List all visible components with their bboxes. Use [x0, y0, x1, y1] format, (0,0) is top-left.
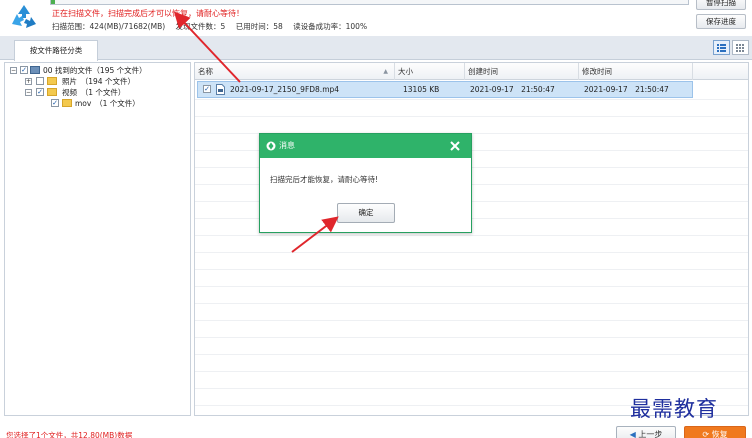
grid-line: [195, 337, 748, 338]
recycle-logo-icon: [12, 5, 36, 28]
collapse-icon[interactable]: −: [25, 89, 32, 96]
expand-icon[interactable]: +: [25, 78, 32, 85]
dialog-message: 扫描完后才能恢复，请耐心等待!: [270, 175, 379, 184]
video-file-icon: [216, 84, 225, 95]
tree-label-photos: 照片 （194 个文件）: [62, 77, 135, 86]
elapsed-time: 已用时间：58: [235, 22, 283, 31]
ok-button[interactable]: 确定: [337, 203, 395, 223]
list-view-button[interactable]: [713, 40, 730, 55]
success-rate: 读设备成功率：100%: [293, 22, 368, 31]
dialog-title: 消息: [279, 141, 295, 150]
grid-line: [195, 235, 748, 236]
checkbox-mov[interactable]: ✓: [51, 99, 59, 107]
table-row[interactable]: ✓ 2021-09-17_2150_9FD8.mp4 13105 KB 2021…: [197, 81, 693, 98]
grid-line: [195, 116, 748, 117]
col-modified[interactable]: 修改时间: [579, 63, 693, 80]
recover-button[interactable]: ⟳ 恢复: [684, 426, 746, 438]
scan-range: 扫描范围：424(MB)/71682(MB): [52, 22, 166, 31]
app-logo-icon: [266, 141, 276, 151]
folder-tree-panel: − ✓ 00 找到的文件（195 个文件） + 照片 （194 个文件） − ✓…: [4, 62, 191, 416]
folder-icon: [47, 77, 57, 85]
folder-icon: [62, 99, 72, 107]
col-name[interactable]: 名称 ▲: [195, 63, 395, 80]
grid-line: [195, 320, 748, 321]
row-checkbox[interactable]: ✓: [203, 85, 211, 93]
save-progress-button[interactable]: 保存进度: [696, 14, 746, 29]
tab-bar: [0, 36, 752, 60]
scan-header: 正在扫描文件，扫描完成后才可以恢复，请耐心等待！ 扫描范围：424(MB)/71…: [0, 0, 752, 36]
row-created: 2021-09-17 21:50:47: [470, 85, 555, 94]
scan-status-text: 正在扫描文件，扫描完成后才可以恢复，请耐心等待！: [52, 9, 244, 18]
tree-label-mov: mov （1 个文件）: [75, 99, 140, 108]
grid-line: [195, 371, 748, 372]
grid-line: [195, 303, 748, 304]
row-file-name: 2021-09-17_2150_9FD8.mp4: [230, 85, 340, 94]
pause-scan-button[interactable]: 暂停扫描: [696, 0, 746, 10]
list-view-icon: [717, 44, 726, 52]
folder-icon: [47, 88, 57, 96]
col-name-label: 名称: [198, 67, 213, 76]
checkbox-photos[interactable]: [36, 77, 44, 85]
grid-line: [195, 388, 748, 389]
col-created[interactable]: 创建时间: [465, 63, 579, 80]
drive-icon: [30, 66, 40, 74]
grid-line: [195, 286, 748, 287]
selection-status: 您选择了1个文件，共12.80(MB)数据: [6, 431, 133, 438]
sort-up-icon: ▲: [383, 68, 388, 75]
scan-stats: 扫描范围：424(MB)/71682(MB) 发现文件数：5 已用时间：58 读…: [52, 21, 375, 32]
tree-label-root: 00 找到的文件（195 个文件）: [43, 66, 147, 75]
tree-label-videos: 视频 （1 个文件）: [62, 88, 126, 97]
grid-line: [195, 252, 748, 253]
close-icon[interactable]: [449, 140, 461, 152]
col-size[interactable]: 大小: [395, 63, 465, 80]
watermark: 最需教育: [630, 397, 718, 421]
scan-progress-fill: [51, 0, 55, 4]
tab-by-path[interactable]: 按文件路径分类: [14, 40, 98, 61]
grid-view-button[interactable]: [732, 40, 749, 55]
dialog-titlebar: 消息: [260, 134, 471, 158]
recover-icon: ⟳: [702, 430, 712, 438]
file-list-panel: 名称 ▲ 大小 创建时间 修改时间 ✓ 2021-09-17_2150_9FD8…: [194, 62, 749, 416]
grid-line: [195, 354, 748, 355]
grid-line: [195, 99, 748, 100]
table-header: 名称 ▲ 大小 创建时间 修改时间: [195, 63, 748, 80]
grid-view-icon: [736, 44, 744, 52]
recover-label: 恢复: [711, 430, 728, 438]
checkbox-root[interactable]: ✓: [20, 66, 28, 74]
prev-step-label: 上一步: [638, 430, 663, 438]
row-file-size: 13105 KB: [403, 85, 440, 94]
prev-step-button[interactable]: ◀ 上一步: [616, 426, 676, 438]
checkbox-videos[interactable]: ✓: [36, 88, 44, 96]
row-modified: 2021-09-17 21:50:47: [584, 85, 669, 94]
found-count: 发现文件数：5: [175, 22, 226, 31]
grid-line: [195, 269, 748, 270]
scan-progress-bar: [50, 0, 689, 5]
message-dialog: 消息 扫描完后才能恢复，请耐心等待! 确定: [259, 133, 472, 233]
collapse-icon[interactable]: −: [10, 67, 17, 74]
